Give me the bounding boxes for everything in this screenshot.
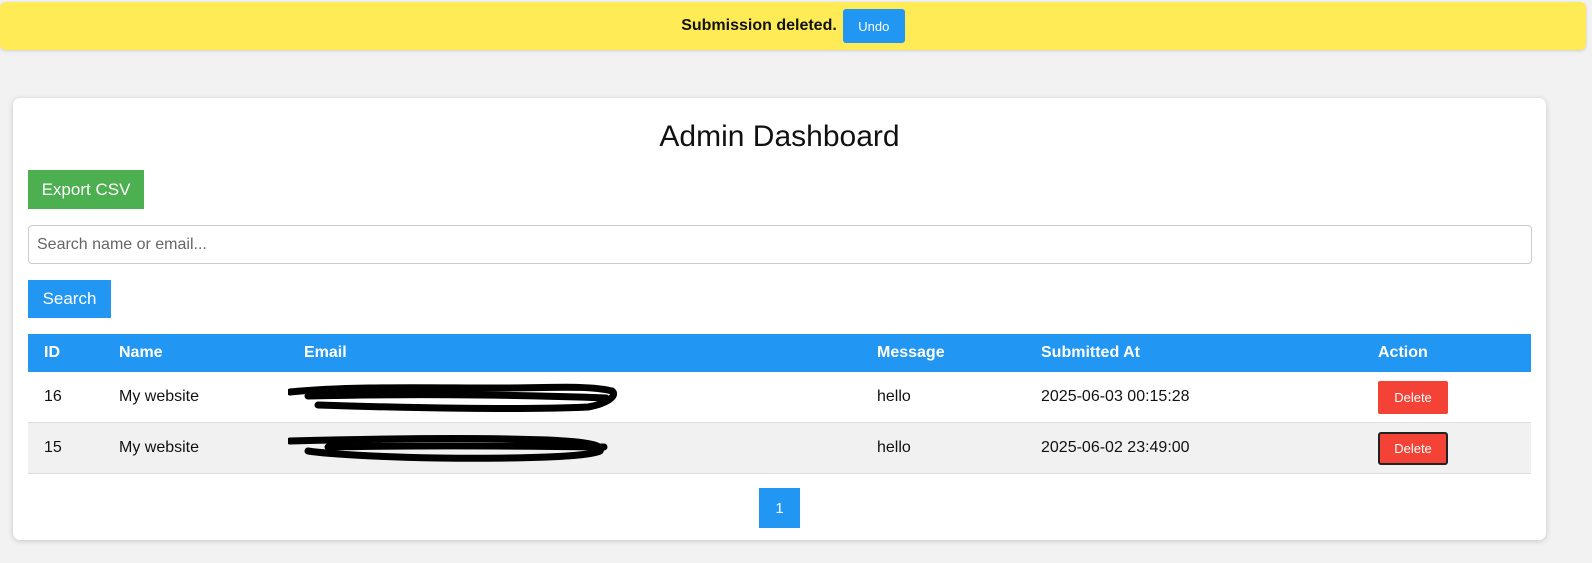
- header-name: Name: [119, 344, 163, 361]
- table-row: 16 My website hello 2025-06-03 00:15:28 …: [28, 372, 1531, 423]
- delete-button[interactable]: Delete: [1378, 431, 1448, 465]
- header-submitted-at: Submitted At: [1041, 344, 1140, 361]
- cell-id: 16: [28, 372, 103, 423]
- cell-submitted-at: 2025-06-03 00:15:28: [1025, 372, 1362, 423]
- cell-email: [288, 422, 861, 474]
- delete-button[interactable]: Delete: [1378, 380, 1448, 414]
- cell-submitted-at: 2025-06-02 23:49:00: [1025, 422, 1362, 474]
- submissions-table: ID Name Email Message Submitted At Actio…: [28, 334, 1531, 474]
- header-id: ID: [44, 344, 60, 361]
- table-row: 15 My website hello 2025-06-02 23:49:00 …: [28, 422, 1531, 474]
- pagination-page-button[interactable]: 1: [759, 488, 800, 528]
- toast-message: Submission deleted.: [681, 17, 837, 34]
- cell-email: [288, 372, 861, 423]
- cell-message: hello: [861, 422, 1025, 474]
- cell-id: 15: [28, 422, 103, 474]
- cell-name: My website: [103, 422, 288, 474]
- toast-notification: Submission deleted. Undo: [0, 2, 1586, 50]
- table-header-row: ID Name Email Message Submitted At Actio…: [28, 334, 1531, 372]
- cell-action: Delete: [1362, 422, 1531, 474]
- header-action: Action: [1378, 344, 1428, 361]
- dashboard-card: Admin Dashboard Export CSV Search ID Nam…: [13, 98, 1546, 540]
- cell-message: hello: [861, 372, 1025, 423]
- search-input[interactable]: [28, 225, 1532, 264]
- export-csv-button[interactable]: Export CSV: [28, 170, 144, 209]
- header-message: Message: [877, 344, 945, 361]
- email-redaction-scribble: [288, 434, 608, 462]
- cell-name: My website: [103, 372, 288, 423]
- page-title: Admin Dashboard: [659, 120, 900, 153]
- cell-action: Delete: [1362, 372, 1531, 423]
- undo-button[interactable]: Undo: [842, 9, 905, 43]
- email-redaction-scribble: [288, 383, 617, 412]
- search-button[interactable]: Search: [28, 280, 111, 318]
- header-email: Email: [304, 344, 347, 361]
